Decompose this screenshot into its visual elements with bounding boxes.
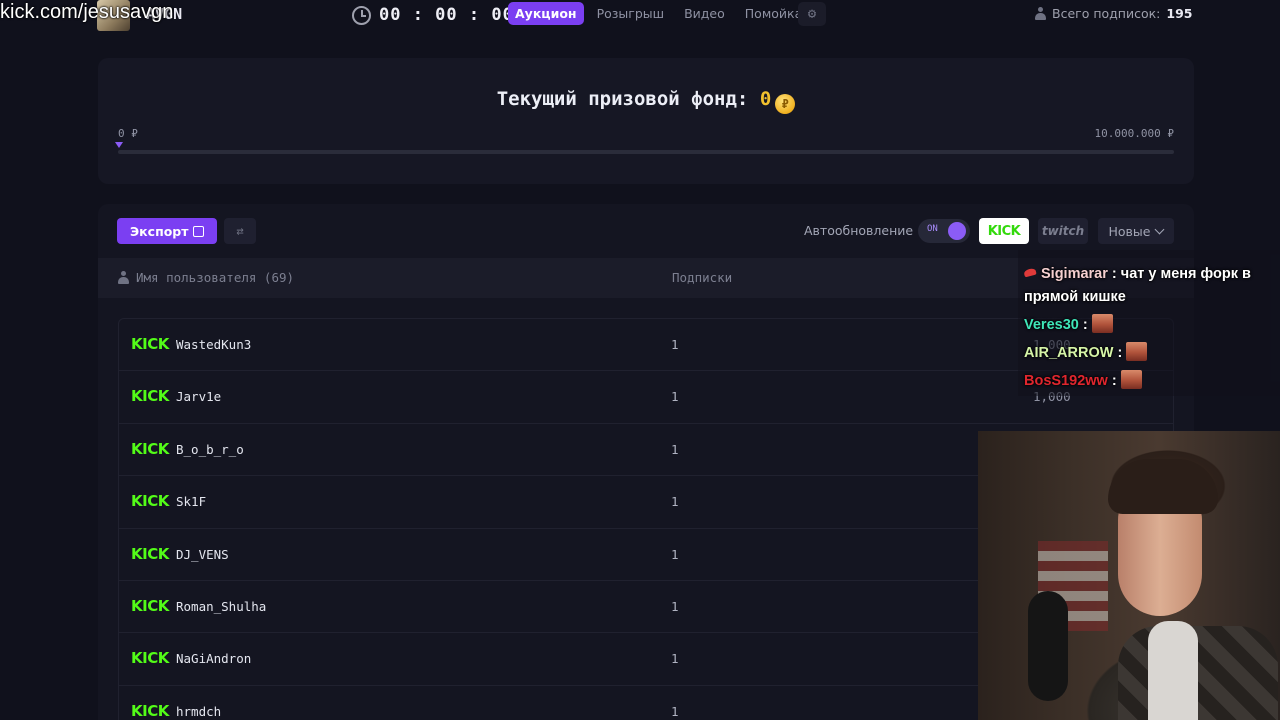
chat-separator: : [1107, 373, 1121, 389]
row-subs-count: 1 [671, 337, 679, 352]
row-subs-count: 1 [671, 389, 679, 405]
tab-giveaway[interactable]: Розыгрыш [590, 2, 672, 25]
table-row[interactable]: KICKWastedKun311,000 [118, 318, 1174, 371]
kick-logo: KICK [131, 387, 169, 406]
subs-total-value: 195 [1166, 6, 1193, 21]
settings-button[interactable]: ⚙ [798, 2, 826, 26]
row-username: Roman_Shulha [176, 598, 267, 614]
column-user-label: Имя пользователя (69) [136, 270, 295, 285]
row-subs-count: 1 [671, 598, 679, 614]
kick-logo: KICK [131, 439, 169, 458]
chat-message: Veres30 : [1024, 314, 1276, 337]
chevron-down-icon [1155, 224, 1165, 234]
scale-min-label: 0 ₽ [118, 127, 138, 140]
user-icon [118, 271, 129, 284]
clock-icon [352, 5, 371, 25]
coin-icon: ₽ [775, 94, 796, 114]
chat-separator: : [1107, 266, 1121, 282]
export-button[interactable]: Экспорт [117, 218, 218, 244]
emote-icon [1126, 342, 1148, 361]
kick-logo: KICK [131, 544, 169, 563]
refresh-button[interactable]: ⇄ [224, 218, 256, 244]
table-row[interactable]: KICK Jarv1e 1 1,000 [118, 370, 1174, 423]
prize-value: 0 [759, 88, 772, 110]
chat-username[interactable]: Sigimarar [1041, 266, 1108, 282]
stream-url-overlay: kick.com/jesusavgn [0, 1, 174, 23]
chat-username[interactable]: AIR_ARROW [1024, 345, 1113, 361]
subs-total: Всего подписок: 195 [1035, 6, 1192, 21]
kick-logo: KICK [131, 596, 169, 615]
prize-panel: Текущий призовой фонд: 0 ₽ 0 ₽ 10.000.000… [98, 58, 1194, 184]
progress-marker [115, 142, 123, 148]
prize-progress-bar [118, 150, 1174, 154]
chat-username[interactable]: BosS192ww [1024, 373, 1108, 389]
kick-filter-button[interactable]: KICK [979, 218, 1029, 244]
timer-display: 00 : 00 : 00 [379, 5, 514, 25]
microphone [1028, 591, 1068, 701]
kick-logo: KICK [987, 223, 1021, 239]
emote-icon [1091, 314, 1113, 333]
refresh-icon: ⇄ [236, 224, 244, 238]
kick-logo: KICK [131, 492, 169, 511]
prize-title-label: Текущий призовой фонд: [496, 88, 749, 110]
column-user[interactable]: Имя пользователя (69) [118, 270, 294, 285]
column-subs[interactable]: Подписки [672, 270, 732, 285]
chat-separator: : [1078, 317, 1092, 333]
subs-total-label: Всего подписок: [1052, 6, 1161, 21]
sort-select[interactable]: Новые [1098, 218, 1174, 244]
chat-message: BosS192ww : [1024, 370, 1276, 393]
row-username: WastedKun3 [176, 337, 252, 352]
row-username: Jarv1e [176, 389, 222, 405]
toggle-state-label: ON [927, 224, 938, 234]
twitch-filter-button[interactable]: twitch [1038, 218, 1088, 244]
top-header: AVGN 00 : 00 : 00 Аукцион Розыгрыш Видео… [0, 0, 1280, 31]
row-username: NaGiAndron [176, 651, 252, 667]
prize-title: Текущий призовой фонд: 0 ₽ [98, 88, 1194, 114]
kick-logo: KICK [131, 335, 169, 353]
streamer-hair [1108, 459, 1218, 514]
webcam-feed [978, 431, 1280, 720]
autoupdate-toggle[interactable]: ON [918, 219, 970, 243]
chat-separator: : [1113, 345, 1127, 361]
kick-logo: KICK [131, 701, 169, 720]
tab-video[interactable]: Видео [677, 2, 732, 25]
row-username: Sk1F [176, 494, 207, 510]
row-subs-count: 1 [671, 441, 679, 457]
user-icon [1035, 7, 1046, 20]
sort-select-value: Новые [1108, 223, 1151, 239]
row-username: hrmdch [176, 703, 222, 719]
toggle-knob [948, 222, 966, 240]
chat-message: AIR_ARROW : [1024, 342, 1276, 365]
tab-auction[interactable]: Аукцион [508, 2, 584, 25]
export-button-label: Экспорт [130, 223, 189, 239]
chat-message: Sigimarar : чат у меня форк в прямой киш… [1023, 263, 1276, 309]
gear-icon: ⚙ [807, 6, 817, 22]
row-username: B_o_b_r_o [176, 441, 244, 457]
emote-icon [1120, 370, 1142, 389]
row-subs-count: 1 [671, 546, 679, 562]
streamer-tshirt [1148, 621, 1198, 720]
main-nav: Аукцион Розыгрыш Видео Помойка [508, 2, 809, 25]
chat-username[interactable]: Veres30 [1024, 317, 1079, 333]
streamer-shirt [1118, 626, 1278, 720]
scale-max-label: 10.000.000 ₽ [1094, 127, 1174, 140]
lips-badge-icon [1023, 267, 1037, 278]
chat-overlay: Sigimarar : чат у меня форк в прямой киш… [1018, 250, 1280, 396]
row-subs-count: 1 [671, 494, 679, 510]
export-icon [193, 225, 205, 237]
row-username: DJ_VENS [176, 546, 229, 562]
row-subs-count: 1 [671, 703, 679, 719]
twitch-logo: twitch [1041, 224, 1085, 238]
timer: 00 : 00 : 00 [352, 3, 514, 27]
autoupdate-label: Автообновление [804, 223, 914, 238]
row-subs-count: 1 [671, 651, 679, 667]
kick-logo: KICK [131, 649, 169, 668]
